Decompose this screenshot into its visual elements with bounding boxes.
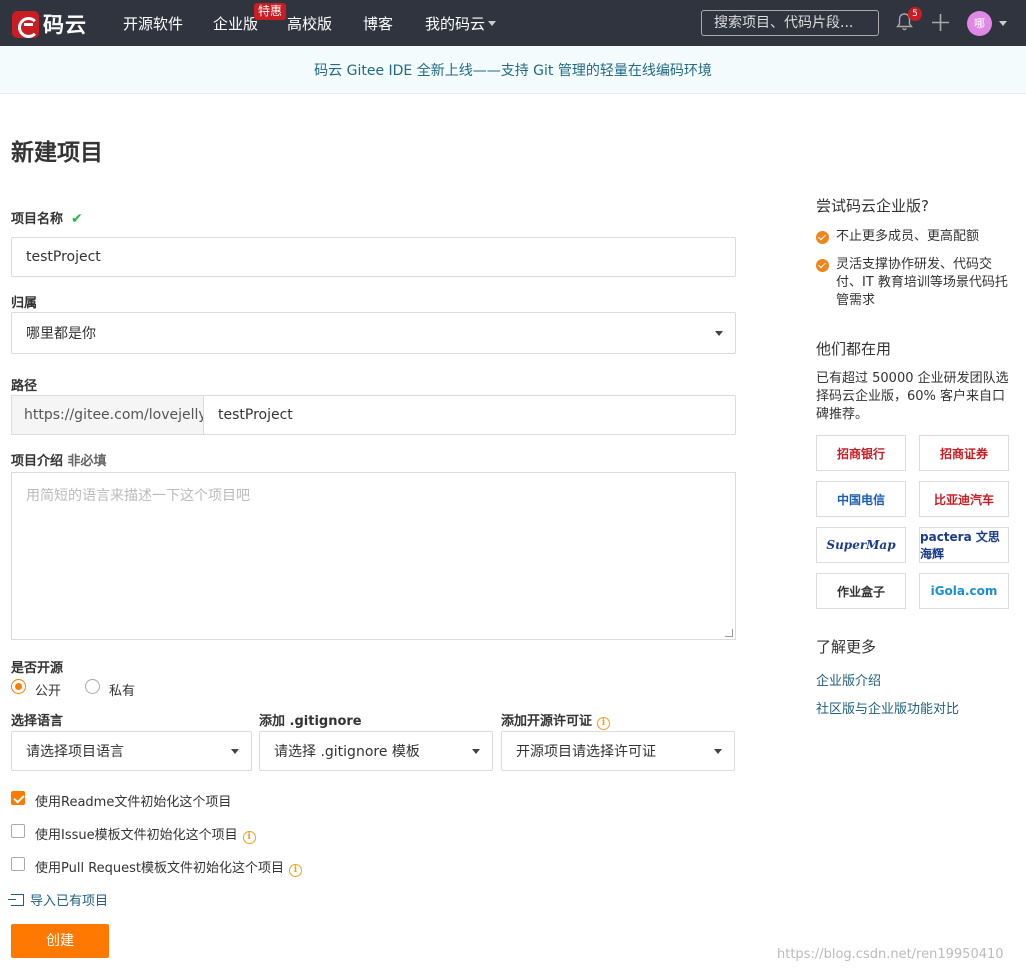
description-textarea[interactable]: 用简短的语言来描述一下这个项目吧 [11, 472, 736, 640]
radio-public[interactable] [11, 679, 26, 694]
pr-template-label-text: 使用Pull Request模板文件初始化这个项目 [35, 861, 285, 876]
readme-checkbox-label[interactable]: 使用Readme文件初始化这个项目 [35, 791, 231, 810]
customers-title: 他们都在用 [816, 340, 892, 358]
chevron-down-icon [231, 749, 239, 754]
nav-link-my-gitee-label: 我的码云 [425, 15, 486, 33]
nav-link-enterprise[interactable]: 企业版 [213, 13, 258, 34]
pr-template-checkbox[interactable] [11, 857, 25, 871]
license-value: 开源项目请选择许可证 [516, 744, 656, 760]
project-name-label-text: 项目名称 [11, 212, 64, 227]
logo-supermap: SuperMap [816, 527, 906, 563]
logo-china-telecom: 中国电信 [816, 481, 906, 517]
avatar[interactable]: 哪 [967, 11, 992, 36]
gitignore-select[interactable]: 请选择 .gitignore 模板 [259, 731, 493, 771]
path-label: 路径 [11, 379, 38, 394]
logo-zuoyehezi: 作业盒子 [816, 573, 906, 609]
chevron-down-icon [715, 331, 723, 336]
avatar-chevron-down-icon[interactable] [999, 21, 1007, 26]
chevron-down-icon [714, 749, 722, 754]
owner-value: 哪里都是你 [26, 326, 96, 342]
readme-checkbox[interactable] [11, 791, 25, 805]
issue-template-checkbox-label[interactable]: 使用Issue模板文件初始化这个项目 i [35, 824, 256, 844]
logo-cms: 招商证券 [919, 435, 1009, 471]
notification-count-badge: 5 [908, 7, 922, 21]
radio-private[interactable] [85, 679, 100, 694]
import-project-label: 导入已有项目 [30, 894, 109, 909]
logo-igola: iGola.com [919, 573, 1009, 609]
license-label: 添加开源许可证 i [501, 710, 611, 730]
check-circle-icon [816, 259, 829, 272]
logo-cmb: 招商银行 [816, 435, 906, 471]
link-enterprise-intro[interactable]: 企业版介绍 [816, 670, 881, 689]
description-label: 项目介绍 非必填 [11, 450, 107, 469]
promo-bullet-1: 不止更多成员、更高配额 [836, 229, 980, 244]
page-title: 新建项目 [11, 140, 103, 166]
import-project-link[interactable]: 导入已有项目 [8, 890, 109, 909]
radio-private-label[interactable]: 私有 [109, 680, 135, 699]
gitignore-value: 请选择 .gitignore 模板 [274, 744, 420, 760]
import-icon [8, 893, 24, 906]
announcement-banner[interactable]: 码云 Gitee IDE 全新上线——支持 Git 管理的轻量在线编码环境 [0, 46, 1026, 94]
learn-more-title: 了解更多 [816, 638, 877, 656]
valid-check-icon: ✔ [71, 211, 83, 227]
promo-bullet-2: 灵活支撑协作研发、代码交付、IT 教育培训等场景代码托管需求 [836, 257, 1008, 308]
issue-template-label-text: 使用Issue模板文件初始化这个项目 [35, 828, 238, 843]
search-input[interactable] [701, 10, 879, 36]
optional-hint: 非必填 [67, 454, 107, 469]
language-value: 请选择项目语言 [26, 744, 124, 760]
pr-template-checkbox-label[interactable]: 使用Pull Request模板文件初始化这个项目 i [35, 857, 303, 877]
license-select[interactable]: 开源项目请选择许可证 [501, 731, 735, 771]
license-label-text: 添加开源许可证 [501, 714, 593, 729]
promo-badge: 特惠 [254, 3, 287, 20]
logo-pactera: pactera 文思海辉 [919, 527, 1009, 563]
top-navbar: 码云 开源软件 企业版 特惠 高校版 博客 我的码云 5 哪 [0, 0, 1026, 46]
nav-link-blog[interactable]: 博客 [363, 13, 393, 34]
description-label-text: 项目介绍 [11, 454, 64, 469]
create-button[interactable]: 创建 [11, 924, 109, 958]
description-placeholder: 用简短的语言来描述一下这个项目吧 [26, 488, 250, 504]
visibility-label: 是否开源 [11, 661, 64, 676]
nav-link-education[interactable]: 高校版 [287, 13, 332, 34]
owner-select[interactable]: 哪里都是你 [11, 312, 736, 354]
watermark-text: https://blog.csdn.net/ren19950410 [777, 947, 1004, 962]
logo-text: 码云 [43, 13, 87, 37]
link-edition-compare[interactable]: 社区版与企业版功能对比 [816, 698, 959, 717]
gitignore-label: 添加 .gitignore [259, 714, 362, 729]
issue-template-checkbox[interactable] [11, 824, 25, 838]
language-label: 选择语言 [11, 714, 64, 729]
info-icon[interactable]: i [289, 864, 303, 877]
chevron-down-icon [472, 749, 480, 754]
plus-icon[interactable] [931, 13, 950, 32]
project-name-value: testProject [26, 249, 101, 265]
path-value: testProject [218, 407, 293, 423]
owner-label: 归属 [11, 296, 38, 311]
info-icon[interactable]: i [597, 717, 611, 730]
nav-link-open-source[interactable]: 开源软件 [123, 13, 183, 34]
gitee-logo[interactable]: 码云 [12, 9, 87, 39]
project-name-label: 项目名称 ✔ [11, 208, 83, 227]
customers-text: 已有超过 50000 企业研发团队选择码云企业版，60% 客户来自口碑推荐。 [816, 371, 1009, 422]
chevron-down-icon [488, 21, 497, 26]
gitee-logo-icon [12, 10, 39, 38]
path-prefix: https://gitee.com/lovejelly/ [11, 395, 211, 435]
radio-public-label[interactable]: 公开 [35, 680, 61, 699]
path-input[interactable]: testProject [203, 395, 736, 435]
nav-link-my-gitee[interactable]: 我的码云 [425, 13, 497, 34]
resize-handle-icon[interactable] [725, 629, 733, 637]
banner-text[interactable]: 码云 Gitee IDE 全新上线——支持 Git 管理的轻量在线编码环境 [314, 63, 712, 79]
language-select[interactable]: 请选择项目语言 [11, 731, 252, 771]
info-icon[interactable]: i [242, 831, 256, 844]
enterprise-promo-title: 尝试码云企业版? [816, 197, 929, 215]
check-circle-icon [816, 231, 829, 244]
project-name-input[interactable]: testProject [11, 237, 736, 277]
logo-byd: 比亚迪汽车 [919, 481, 1009, 517]
